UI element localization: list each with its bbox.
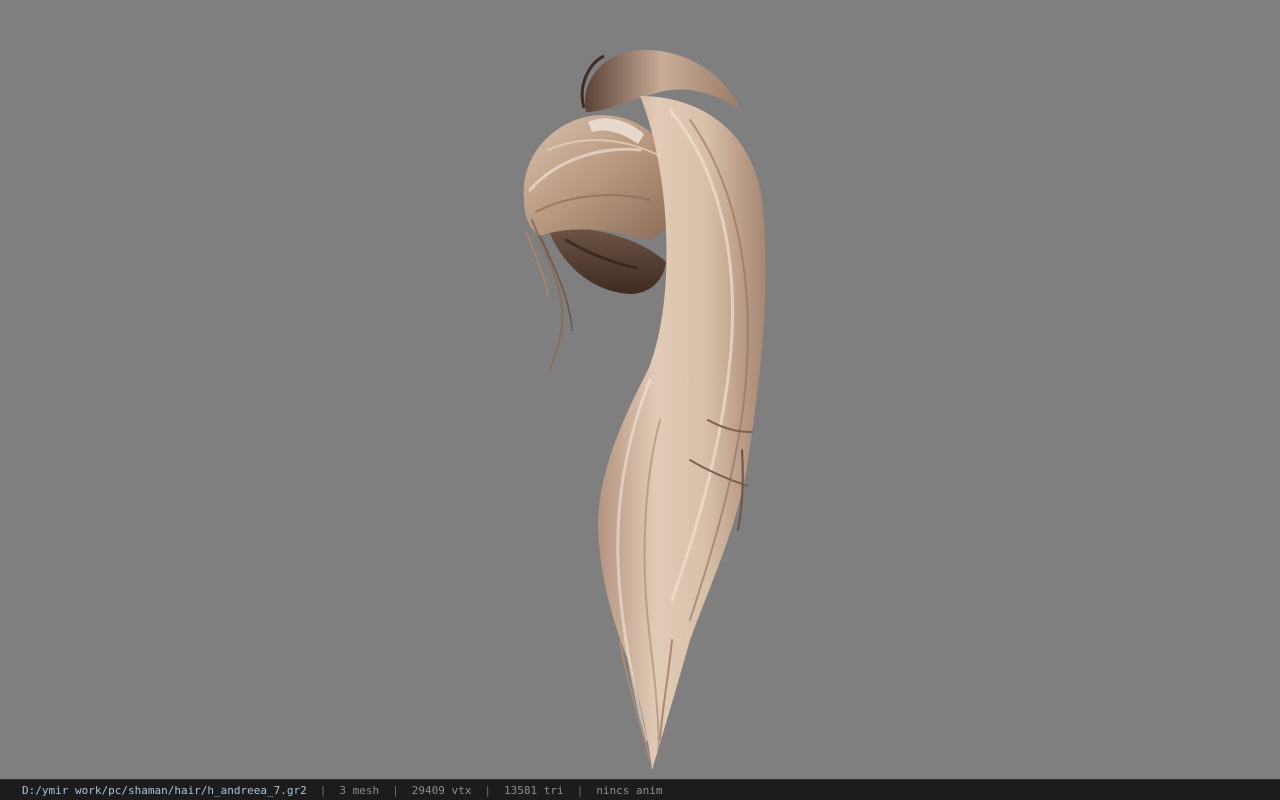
3d-viewport[interactable] <box>0 0 1280 779</box>
vertex-count-label: 29409 vtx <box>411 783 472 797</box>
file-path-label: D:/ymir work/pc/shaman/hair/h_andreea_7.… <box>22 783 307 797</box>
hair-model-render <box>523 49 766 770</box>
status-separator: | <box>319 783 327 797</box>
status-bar: D:/ymir work/pc/shaman/hair/h_andreea_7.… <box>0 779 1280 800</box>
mesh-count-label: 3 mesh <box>339 783 380 797</box>
animation-status-label: nincs anim <box>596 783 663 797</box>
status-separator: | <box>484 783 492 797</box>
status-separator: | <box>576 783 584 797</box>
triangle-count-label: 13581 tri <box>504 783 564 797</box>
status-separator: | <box>392 783 399 797</box>
